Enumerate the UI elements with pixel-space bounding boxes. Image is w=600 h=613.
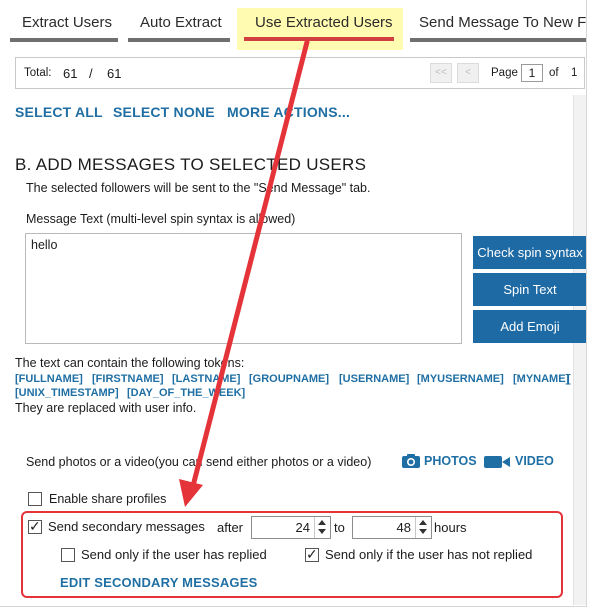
annotation-arrow-icon bbox=[179, 39, 310, 507]
